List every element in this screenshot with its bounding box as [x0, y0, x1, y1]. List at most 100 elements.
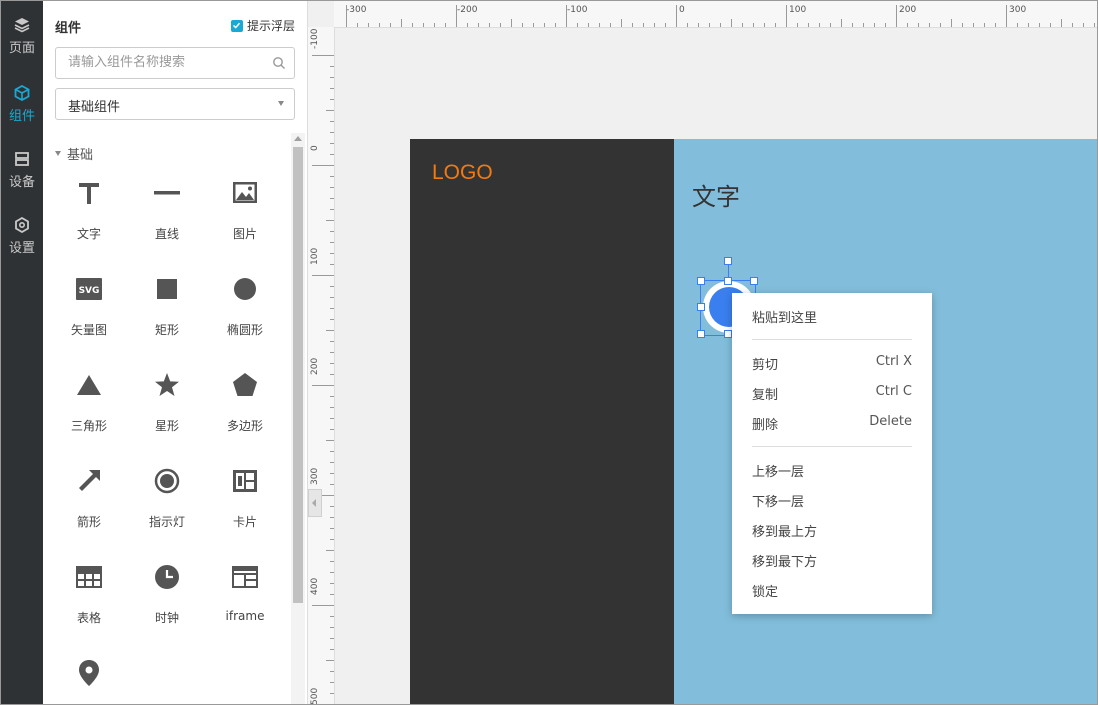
ruler-tick: [643, 23, 644, 27]
chevron-left-icon: [312, 499, 316, 507]
rail-item-components[interactable]: 组件: [1, 83, 43, 139]
ruler-tick: [522, 23, 523, 27]
text-element[interactable]: 文字: [692, 177, 740, 212]
section-header-basic[interactable]: 基础: [55, 144, 93, 163]
ruler-tick: [368, 23, 369, 27]
ruler-tick: [330, 539, 334, 540]
menu-item-label: 移到最下方: [752, 555, 818, 570]
resize-handle-n[interactable]: [724, 277, 732, 285]
resize-handle-sw[interactable]: [697, 330, 705, 338]
menu-item-move-up[interactable]: 上移一层: [752, 461, 912, 483]
ruler-tick: [330, 363, 334, 364]
search-box: [55, 47, 295, 79]
rail-item-settings[interactable]: 设置: [1, 215, 43, 271]
component-ellipse[interactable]: 椭圆形: [206, 275, 284, 355]
checkbox-checked-icon[interactable]: [230, 19, 243, 32]
component-arrow[interactable]: 箭形: [50, 467, 128, 547]
component-indicator[interactable]: 指示灯: [128, 467, 206, 547]
menu-item-move-down[interactable]: 下移一层: [752, 491, 912, 513]
clock-icon: [155, 565, 179, 589]
scroll-up-icon[interactable]: [294, 136, 302, 141]
ruler-tick: [863, 23, 864, 27]
component-clock[interactable]: 时钟: [128, 563, 206, 643]
component-image[interactable]: 图片: [206, 179, 284, 259]
component-text[interactable]: 文字: [50, 179, 128, 259]
ruler-label: -300: [346, 5, 367, 15]
ruler-tick: [588, 23, 589, 27]
ruler-top: -300 -200 -100 0 100 200 300: [334, 1, 1097, 28]
menu-item-label: 锁定: [752, 585, 779, 600]
resize-handle-ne[interactable]: [750, 277, 758, 285]
ruler-tick: [330, 451, 334, 452]
menu-item-lock[interactable]: 锁定: [752, 581, 912, 603]
menu-item-delete[interactable]: 删除 Delete: [752, 414, 912, 436]
menu-item-label: 上移一层: [752, 465, 805, 480]
ruler-label: 100: [789, 5, 807, 15]
rotate-handle[interactable]: [724, 257, 732, 265]
component-rectangle[interactable]: 矩形: [128, 275, 206, 355]
menu-shortcut: Ctrl X: [875, 354, 912, 369]
resize-handle-s[interactable]: [724, 330, 732, 338]
ruler-tick: [830, 23, 831, 27]
ruler-tick: [330, 121, 334, 122]
search-icon[interactable]: [272, 56, 286, 70]
ruler-tick: [456, 5, 457, 27]
ruler-left: -100 0 100 200 300 400 500: [308, 27, 335, 704]
ruler-tick: [330, 297, 334, 298]
ruler-tick: [1028, 23, 1029, 27]
component-map-pin[interactable]: [50, 659, 128, 704]
component-label: 三角形: [70, 419, 107, 433]
dark-sidebar-region[interactable]: LOGO: [410, 139, 674, 704]
scroll-thumb[interactable]: [293, 147, 303, 603]
resize-handle-w[interactable]: [697, 303, 705, 311]
component-star[interactable]: 星形: [128, 371, 206, 451]
ruler-tick: [330, 209, 334, 210]
component-label: 星形: [154, 419, 179, 433]
component-card[interactable]: 卡片: [206, 467, 284, 547]
component-polygon[interactable]: 多边形: [206, 371, 284, 451]
hint-toggle[interactable]: 提示浮层: [230, 17, 295, 34]
ruler-tick: [874, 23, 875, 27]
ruler-tick: [330, 264, 334, 265]
resize-handle-nw[interactable]: [697, 277, 705, 285]
ruler-tick: [330, 88, 334, 89]
component-line[interactable]: 直线: [128, 179, 206, 259]
menu-item-bring-to-front[interactable]: 移到最上方: [752, 521, 912, 543]
category-select-value: 基础组件: [68, 100, 121, 115]
settings-icon: [15, 217, 29, 233]
ruler-tick: [1061, 19, 1062, 27]
collapse-panel-handle[interactable]: [308, 489, 322, 517]
ruler-tick: [907, 23, 908, 27]
canvas-area[interactable]: -300 -200 -100 0 100 200 300 -100 0 100 …: [308, 1, 1097, 704]
svg-icon: SVG: [76, 278, 102, 300]
ruler-tick: [330, 627, 334, 628]
ruler-tick: [330, 429, 334, 430]
component-svg[interactable]: SVG 矢量图: [50, 275, 128, 355]
ruler-label: 300: [310, 467, 320, 485]
ruler-tick: [330, 506, 334, 507]
rail-item-pages[interactable]: 页面: [1, 15, 43, 71]
ruler-tick: [330, 231, 334, 232]
menu-item-cut[interactable]: 剪切 Ctrl X: [752, 354, 912, 376]
ruler-tick: [533, 23, 534, 27]
menu-item-copy[interactable]: 复制 Ctrl C: [752, 384, 912, 406]
component-table[interactable]: 表格: [50, 563, 128, 643]
menu-shortcut: Delete: [869, 414, 912, 429]
component-label: 图片: [232, 227, 257, 241]
ruler-tick: [312, 55, 334, 56]
ruler-tick: [896, 5, 897, 27]
rail-item-devices[interactable]: 设备: [1, 149, 43, 205]
ruler-tick: [326, 550, 334, 551]
ruler-tick: [330, 198, 334, 199]
panel-scrollbar[interactable]: [291, 133, 305, 704]
svg-text:SVG: SVG: [79, 286, 100, 296]
search-input[interactable]: [56, 48, 280, 76]
component-iframe[interactable]: iframe: [206, 563, 284, 643]
ruler-tick: [720, 23, 721, 27]
component-triangle[interactable]: 三角形: [50, 371, 128, 451]
menu-item-paste[interactable]: 粘贴到这里: [752, 307, 912, 329]
menu-item-send-to-back[interactable]: 移到最下方: [752, 551, 912, 573]
logo-text[interactable]: LOGO: [432, 161, 493, 185]
collapse-triangle-icon: [55, 151, 61, 156]
category-select[interactable]: 基础组件: [55, 88, 295, 120]
